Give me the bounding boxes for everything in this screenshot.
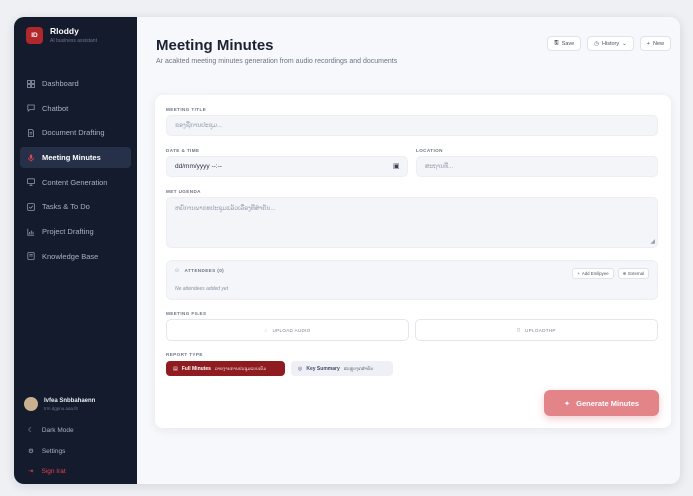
globe-icon: ⊕ [622,270,627,276]
sidebar-item-label: Chatbot [42,103,69,113]
app-window: ID Rloddy AI business assistant Dashboar… [14,17,680,484]
sidebar-item-tasks[interactable]: Tasks & To Do [20,196,131,217]
save-button[interactable]: 🖫 Save [546,36,582,51]
sidebar-item-label: Project Drafting [42,227,94,237]
dark-mode-toggle[interactable]: ☾ Dark Mode [28,426,74,435]
header-actions: 🖫 Save ◷ History ⌄ + New [546,36,671,51]
brand-name: Rloddy [50,26,79,37]
list-icon: ◎ [298,365,303,372]
sidebar-nav: Dashboard Chatbot Document Drafting Meet… [20,73,131,271]
monitor-icon [27,178,35,186]
sidebar-item-label: Dashboard [42,79,79,88]
location-label: LOCATION [416,148,443,153]
mic-icon: ◌ [264,327,268,333]
brand[interactable]: ID Rloddy AI business assistant [26,27,97,44]
meeting-files-label: MEETING FILES [166,311,207,316]
sidebar-item-project-drafting[interactable]: Project Drafting [20,221,131,242]
calendar-icon[interactable]: ▣ [393,163,400,170]
user-name: Ivfea Snbbahaenn [44,397,96,404]
date-time-input[interactable]: dd/mm/yyyy --:-- ▣ [166,156,408,177]
sign-out-button[interactable]: ⇥ Sign Irat [28,467,66,476]
add-employee-button[interactable]: + Add Emílpyee [572,268,614,279]
upload-audio-button[interactable]: ◌ UPLOAD AUDIO [166,319,409,341]
history-button[interactable]: ◷ History ⌄ [587,36,634,51]
report-type-full-minutes[interactable]: ▤ Full Minutes ລາຍງານການປະຊຸມແບບເຕັມ [166,361,285,376]
settings-button[interactable]: ⚙ Settings [28,447,65,456]
document-icon: ▤ [173,365,178,372]
sidebar-item-label: Tasks & To Do [42,202,90,212]
meeting-title-label: MEETING TITLE [166,107,207,112]
moon-icon: ☾ [28,427,34,434]
gear-icon: ⚙ [28,448,34,455]
save-icon: 🖫 [553,40,559,46]
sidebar: ID Rloddy AI business assistant Dashboar… [14,17,137,484]
grid-icon [27,79,35,88]
sidebar-item-knowledge-base[interactable]: Knowledge Base [20,246,131,267]
main-content: Meeting Minutes Ar acakted meeting minut… [137,17,680,484]
checkbox-icon [27,203,35,211]
clock-icon: ◷ [594,40,600,47]
location-input[interactable]: ສະຖານທີ່... [416,156,658,177]
report-type-key-summary[interactable]: ◎ Key Summary ສະຫຼຸບຈຸດສຳຄັນ [291,361,393,376]
page-subtitle: Ar acakted meeting minutes generation fr… [156,58,398,65]
sidebar-item-document-drafting[interactable]: Document Drafting [20,122,131,143]
report-type-label: REPORT TYPE [166,352,203,357]
chevron-down-icon: ⌄ [622,40,627,47]
brand-logo: ID [26,27,43,44]
chat-icon [27,104,35,113]
sidebar-item-label: Knowledge Base [42,251,99,261]
new-button[interactable]: + New [639,36,671,51]
avatar [24,397,38,411]
meeting-title-input[interactable]: ຂອງຊື່ການປະຊຸມ... [166,115,658,136]
agenda-label: MET UGENDA [166,189,201,194]
brand-subtitle: AI business assistant [50,37,97,44]
meeting-form-card: MEETING TITLE ຂອງຊື່ການປະຊຸມ... DATE & T… [155,95,671,428]
user-plus-icon: + [577,271,580,276]
sidebar-item-dashboard[interactable]: Dashboard [20,73,131,94]
users-icon: ⚇ [175,268,180,273]
user-profile[interactable]: Ivfea Snbbahaenn trm.dgpnu.aaa.fit [24,397,95,411]
document-icon [27,128,35,137]
book-icon [27,252,35,261]
attendees-title: ATTENDEES (0) [184,268,225,273]
add-external-button[interactable]: ⊕ External [617,268,649,279]
sidebar-item-content-generation[interactable]: Content Generation [20,172,131,193]
resize-handle-icon[interactable]: ◢ [650,238,655,245]
generate-minutes-button[interactable]: ✦ Generate Minutes [544,390,659,416]
date-time-label: DATE & TIME [166,148,200,153]
file-icon: ▯ [517,327,521,332]
logout-icon: ⇥ [28,468,34,475]
user-email: trm.dgpnu.aaa.fit [44,405,78,411]
sidebar-item-label: Content Generation [42,177,108,187]
attendees-section: ⚇ ATTENDEES (0) + Add Emílpyee ⊕ Externa… [166,260,658,300]
sidebar-item-label: Meeting Minutes [42,153,101,163]
sidebar-item-chatbot[interactable]: Chatbot [20,98,131,119]
sidebar-item-label: Document Drafting [42,128,105,138]
page-title: Meeting Minutes [156,37,274,54]
upload-file-button[interactable]: ▯ UPLOADTHP [415,319,658,341]
agenda-textarea[interactable]: ຫຍໍ້ການພາກທປະຊຸມແລ້ວເລື່ອງທີ່ສຳຄັນ... ◢ [166,197,658,248]
chart-icon [27,228,35,236]
plus-icon: + [646,40,650,47]
mic-icon [27,154,35,162]
attendees-empty-text: Ne attendees added yet [175,286,229,292]
sparkle-icon: ✦ [563,398,571,408]
sidebar-item-meeting-minutes[interactable]: Meeting Minutes [20,147,131,169]
